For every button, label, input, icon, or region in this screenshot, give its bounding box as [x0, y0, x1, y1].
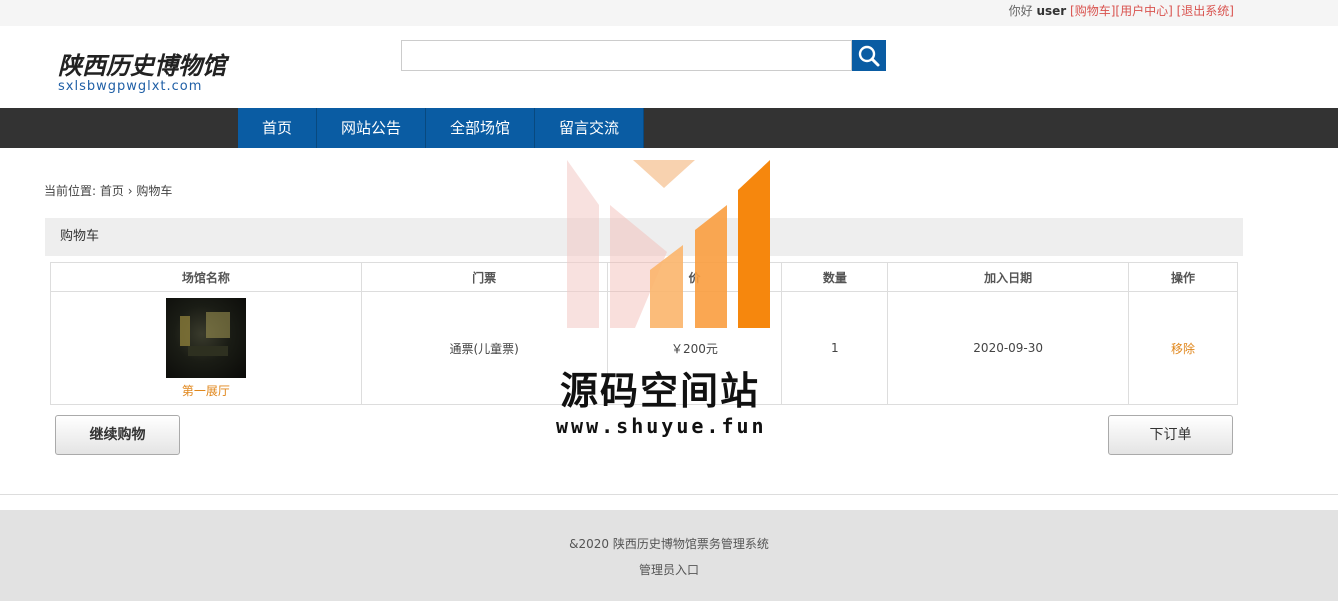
breadcrumb-current: 购物车	[136, 184, 173, 198]
user-links: 你好 user [购物车][用户中心] [退出系统]	[1009, 2, 1234, 19]
search-bar	[401, 40, 886, 71]
quantity-cell: 1	[781, 291, 889, 405]
nav-item-all-halls[interactable]: 全部场馆	[426, 108, 536, 148]
logout-link[interactable]: [退出系统]	[1177, 4, 1234, 18]
column-header-quantity: 数量	[781, 262, 889, 292]
action-cell: 移除	[1128, 291, 1238, 405]
cart-panel-title: 购物车	[45, 218, 1243, 256]
footer-copyright: &2020 陕西历史博物馆票务管理系统	[569, 537, 769, 551]
nav-item-announcements[interactable]: 网站公告	[317, 108, 427, 148]
watermark-url: www.shuyue.fun	[556, 414, 767, 438]
hall-thumbnail[interactable]	[165, 297, 246, 378]
hall-name-link[interactable]: 第一展厅	[51, 382, 361, 399]
hall-cell: 第一展厅	[50, 291, 362, 405]
search-button[interactable]	[852, 40, 886, 71]
column-header-date: 加入日期	[887, 262, 1130, 292]
place-order-button[interactable]: 下订单	[1108, 415, 1233, 455]
nav-item-home[interactable]: 首页	[238, 108, 318, 148]
site-header: 陕西历史博物馆 sxlsbwgpwglxt.com	[0, 26, 1338, 108]
breadcrumb-prefix: 当前位置:	[44, 184, 97, 198]
breadcrumb-separator: ›	[127, 184, 133, 198]
remove-link[interactable]: 移除	[1171, 342, 1195, 356]
logo-english: sxlsbwgpwglxt.com	[58, 79, 203, 94]
breadcrumb-home-link[interactable]: 首页	[100, 184, 124, 198]
continue-shopping-button[interactable]: 继续购物	[55, 415, 180, 455]
user-center-link[interactable]: [用户中心]	[1115, 4, 1172, 18]
logo-chinese: 陕西历史博物馆	[58, 51, 226, 80]
site-footer: &2020 陕西历史博物馆票务管理系统 管理员入口	[0, 510, 1338, 601]
top-bar: 你好 user [购物车][用户中心] [退出系统]	[0, 0, 1338, 26]
search-input[interactable]	[401, 40, 852, 71]
search-icon	[858, 45, 880, 67]
divider	[0, 494, 1338, 495]
table-header-row: 场馆名称 门票 价 数量 加入日期 操作	[50, 262, 1238, 292]
column-header-hall: 场馆名称	[50, 262, 362, 292]
column-header-ticket: 门票	[360, 262, 608, 292]
column-header-action: 操作	[1128, 262, 1238, 292]
breadcrumb: 当前位置: 首页 › 购物车	[44, 182, 172, 199]
column-header-price: 价	[606, 262, 783, 292]
username: user	[1036, 4, 1067, 18]
watermark-title: 源码空间站	[560, 369, 761, 413]
admin-login-link[interactable]: 管理员入口	[0, 561, 1338, 578]
date-cell: 2020-09-30	[887, 291, 1130, 405]
cart-link[interactable]: [购物车]	[1070, 4, 1115, 18]
greeting-text: 你好	[1008, 4, 1033, 18]
site-logo[interactable]: 陕西历史博物馆 sxlsbwgpwglxt.com	[58, 46, 226, 94]
main-nav: 首页 网站公告 全部场馆 留言交流	[0, 108, 1338, 148]
nav-item-messages[interactable]: 留言交流	[535, 108, 645, 148]
